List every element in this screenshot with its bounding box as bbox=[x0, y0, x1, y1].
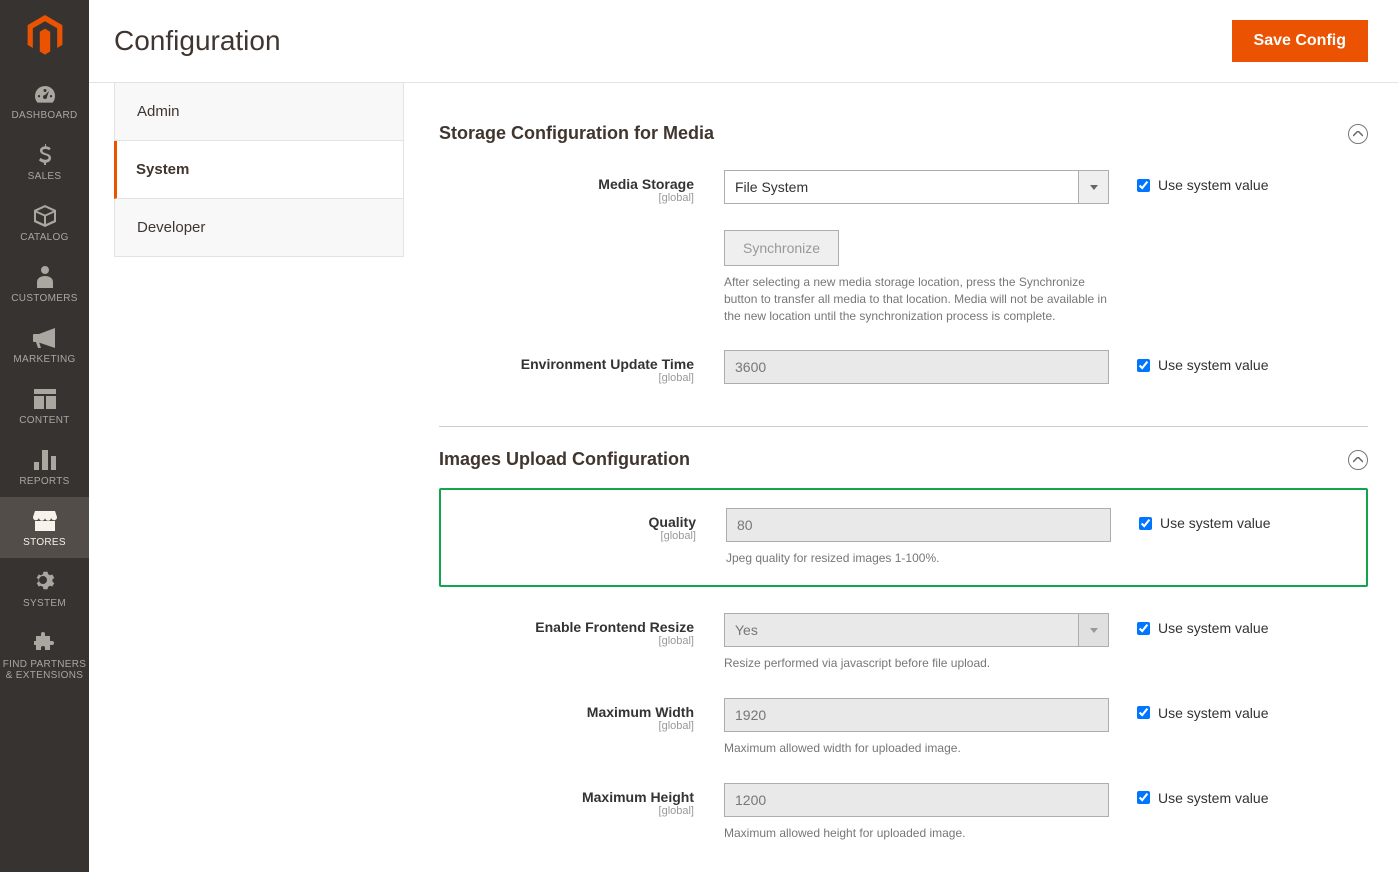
person-icon bbox=[31, 265, 59, 289]
section-storage-head[interactable]: Storage Configuration for Media bbox=[439, 123, 1368, 144]
section-title: Images Upload Configuration bbox=[439, 449, 690, 470]
nav-customers[interactable]: CUSTOMERS bbox=[0, 253, 89, 314]
nav-partners[interactable]: FIND PARTNERS & EXTENSIONS bbox=[0, 619, 89, 691]
use-system-label: Use system value bbox=[1158, 790, 1268, 806]
main: Configuration Save Config Admin System D… bbox=[89, 0, 1398, 872]
field-scope: [global] bbox=[439, 372, 694, 384]
admin-nav: DASHBOARD SALES CATALOG CUSTOMERS MARKET… bbox=[0, 0, 89, 872]
nav-label: SALES bbox=[28, 171, 62, 182]
nav-catalog[interactable]: CATALOG bbox=[0, 192, 89, 253]
nav-label: DASHBOARD bbox=[11, 110, 77, 121]
chevron-up-icon bbox=[1348, 124, 1368, 144]
tab-system[interactable]: System bbox=[114, 141, 404, 199]
page-title: Configuration bbox=[114, 25, 281, 57]
page-header: Configuration Save Config bbox=[89, 0, 1398, 83]
use-system-label: Use system value bbox=[1158, 620, 1268, 636]
nav-label: STORES bbox=[23, 537, 66, 548]
dollar-icon bbox=[31, 143, 59, 167]
use-system-checkbox[interactable] bbox=[1137, 359, 1150, 372]
section-storage: Storage Configuration for Media Media St… bbox=[439, 83, 1368, 414]
field-quality: Quality [global] Jpeg quality for resize… bbox=[439, 488, 1368, 587]
chevron-down-icon bbox=[1078, 171, 1108, 203]
form-area: Storage Configuration for Media Media St… bbox=[404, 83, 1368, 872]
max-width-input[interactable] bbox=[724, 698, 1109, 732]
section-images: Images Upload Configuration Quality [glo… bbox=[439, 426, 1368, 871]
chevron-up-icon bbox=[1348, 450, 1368, 470]
nav-label: MARKETING bbox=[13, 354, 75, 365]
tab-developer[interactable]: Developer bbox=[114, 199, 404, 257]
field-max-width: Maximum Width [global] Maximum allowed w… bbox=[439, 698, 1368, 757]
use-system-checkbox[interactable] bbox=[1139, 517, 1152, 530]
field-synchronize: Synchronize After selecting a new media … bbox=[439, 230, 1368, 324]
field-label: Quality bbox=[649, 514, 696, 530]
sync-hint: After selecting a new media storage loca… bbox=[724, 274, 1109, 324]
save-config-button[interactable]: Save Config bbox=[1232, 20, 1368, 62]
gauge-icon bbox=[31, 82, 59, 106]
use-system-checkbox[interactable] bbox=[1137, 706, 1150, 719]
field-hint: Maximum allowed height for uploaded imag… bbox=[724, 825, 1109, 842]
use-system-checkbox[interactable] bbox=[1137, 622, 1150, 635]
puzzle-icon bbox=[31, 631, 59, 655]
nav-system[interactable]: SYSTEM bbox=[0, 558, 89, 619]
store-icon bbox=[31, 509, 59, 533]
field-hint: Jpeg quality for resized images 1-100%. bbox=[726, 550, 1111, 567]
frontend-resize-select[interactable]: Yes bbox=[724, 613, 1109, 647]
nav-label: CUSTOMERS bbox=[11, 293, 77, 304]
field-frontend-resize: Enable Frontend Resize [global] Yes Resi… bbox=[439, 613, 1368, 672]
field-label: Media Storage bbox=[598, 176, 694, 192]
nav-sales[interactable]: SALES bbox=[0, 131, 89, 192]
layout-icon bbox=[31, 387, 59, 411]
field-scope: [global] bbox=[441, 530, 696, 542]
use-system-label: Use system value bbox=[1158, 177, 1268, 193]
select-value: File System bbox=[735, 179, 808, 195]
quality-input[interactable] bbox=[726, 508, 1111, 542]
nav-label: SYSTEM bbox=[23, 598, 66, 609]
field-scope: [global] bbox=[439, 192, 694, 204]
megaphone-icon bbox=[31, 326, 59, 350]
field-max-height: Maximum Height [global] Maximum allowed … bbox=[439, 783, 1368, 842]
nav-label: FIND PARTNERS & EXTENSIONS bbox=[0, 659, 89, 681]
field-label: Environment Update Time bbox=[521, 356, 694, 372]
synchronize-button[interactable]: Synchronize bbox=[724, 230, 839, 266]
max-height-input[interactable] bbox=[724, 783, 1109, 817]
field-scope: [global] bbox=[439, 805, 694, 817]
chevron-down-icon bbox=[1078, 614, 1108, 646]
field-label: Maximum Width bbox=[587, 704, 694, 720]
nav-content[interactable]: CONTENT bbox=[0, 375, 89, 436]
env-time-input[interactable] bbox=[724, 350, 1109, 384]
section-images-head[interactable]: Images Upload Configuration bbox=[439, 449, 1368, 470]
use-system-label: Use system value bbox=[1158, 357, 1268, 373]
nav-marketing[interactable]: MARKETING bbox=[0, 314, 89, 375]
nav-label: CONTENT bbox=[19, 415, 69, 426]
nav-reports[interactable]: REPORTS bbox=[0, 436, 89, 497]
field-env-time: Environment Update Time [global] Use sys… bbox=[439, 350, 1368, 384]
use-system-label: Use system value bbox=[1158, 705, 1268, 721]
select-value: Yes bbox=[735, 622, 758, 638]
bars-icon bbox=[31, 448, 59, 472]
use-system-checkbox[interactable] bbox=[1137, 179, 1150, 192]
nav-dashboard[interactable]: DASHBOARD bbox=[0, 70, 89, 131]
field-hint: Maximum allowed width for uploaded image… bbox=[724, 740, 1109, 757]
box-icon bbox=[31, 204, 59, 228]
field-media-storage: Media Storage [global] File System Use s… bbox=[439, 170, 1368, 204]
field-scope: [global] bbox=[439, 635, 694, 647]
magento-logo[interactable] bbox=[0, 0, 89, 70]
field-label: Maximum Height bbox=[582, 789, 694, 805]
field-scope: [global] bbox=[439, 720, 694, 732]
field-hint: Resize performed via javascript before f… bbox=[724, 655, 1109, 672]
section-title: Storage Configuration for Media bbox=[439, 123, 714, 144]
nav-label: CATALOG bbox=[20, 232, 68, 243]
tab-admin[interactable]: Admin bbox=[114, 83, 404, 141]
media-storage-select[interactable]: File System bbox=[724, 170, 1109, 204]
gear-icon bbox=[31, 570, 59, 594]
nav-label: REPORTS bbox=[19, 476, 69, 487]
settings-tabs: Admin System Developer bbox=[114, 83, 404, 872]
field-label: Enable Frontend Resize bbox=[535, 619, 694, 635]
use-system-checkbox[interactable] bbox=[1137, 791, 1150, 804]
nav-stores[interactable]: STORES bbox=[0, 497, 89, 558]
use-system-label: Use system value bbox=[1160, 515, 1270, 531]
